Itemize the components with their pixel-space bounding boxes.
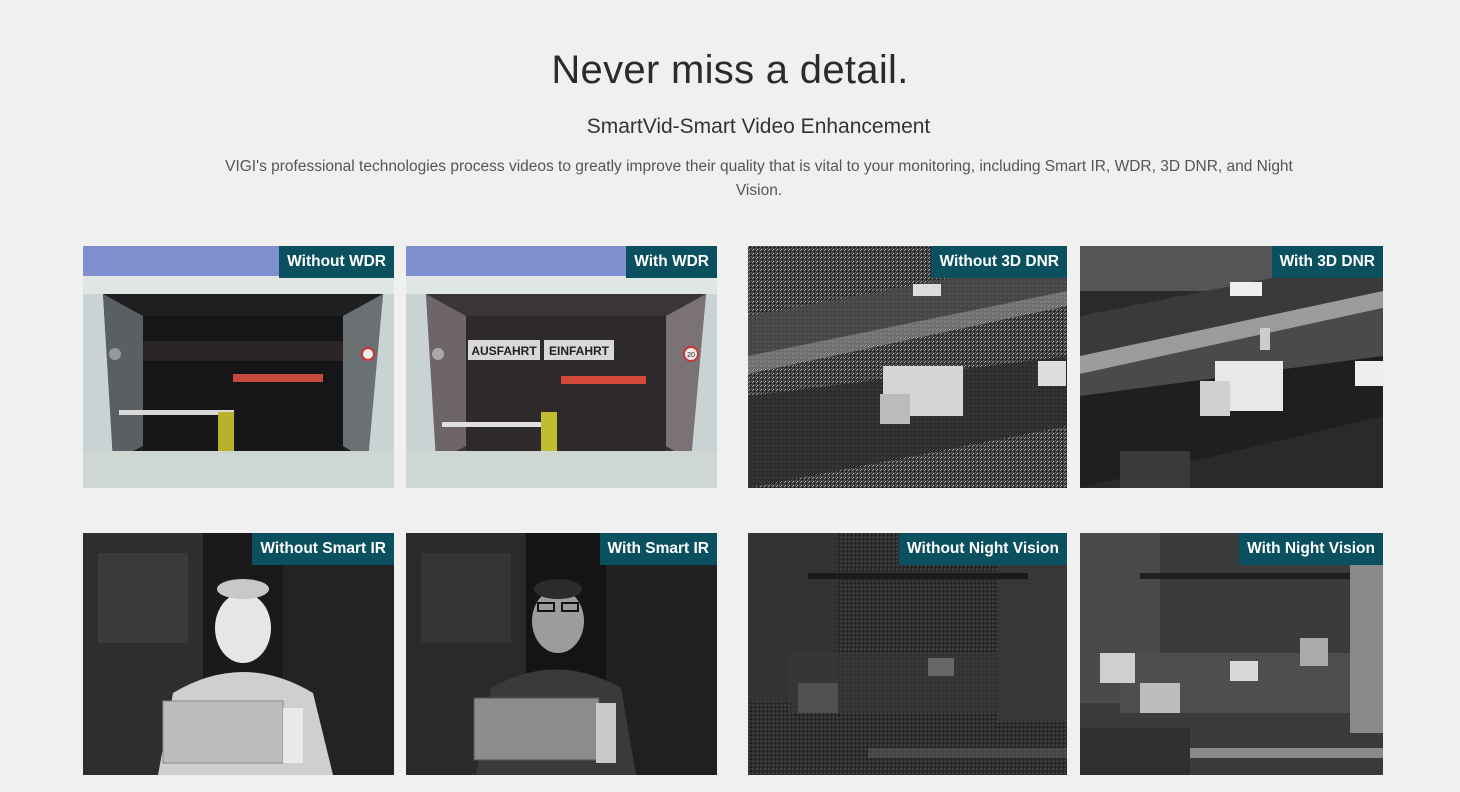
ir-with-image: With Smart IR: [406, 533, 717, 775]
section-description: VIGI's professional technologies process…: [225, 158, 1293, 199]
garage-sign-left: AUSFAHRT: [471, 344, 537, 358]
speed-limit-sign: 20: [687, 352, 695, 359]
ir-with-label: With Smart IR: [599, 533, 717, 565]
dnr-without-image: Without 3D DNR: [748, 246, 1067, 488]
wdr-with-label: With WDR: [626, 246, 717, 278]
wdr-with-image: AUSFAHRT EINFAHRT 20 With WDR: [406, 246, 717, 488]
ir-without-label: Without Smart IR: [252, 533, 394, 565]
nv-without-image: Without Night Vision: [748, 533, 1067, 775]
nv-with-label: With Night Vision: [1239, 533, 1383, 565]
dnr-with-label: With 3D DNR: [1271, 246, 1383, 278]
nv-without-label: Without Night Vision: [899, 533, 1067, 565]
section-subtitle: SmartVid-Smart Video Enhancement: [586, 115, 931, 138]
dnr-with-image: With 3D DNR: [1080, 246, 1383, 488]
nv-with-image: With Night Vision: [1080, 533, 1383, 775]
wdr-without-label: Without WDR: [279, 246, 394, 278]
wdr-without-image: Without WDR: [83, 246, 394, 488]
page-title: Never miss a detail.: [551, 48, 909, 92]
dnr-without-label: Without 3D DNR: [931, 246, 1067, 278]
ir-without-image: Without Smart IR: [83, 533, 394, 775]
garage-sign-right: EINFAHRT: [549, 344, 610, 358]
